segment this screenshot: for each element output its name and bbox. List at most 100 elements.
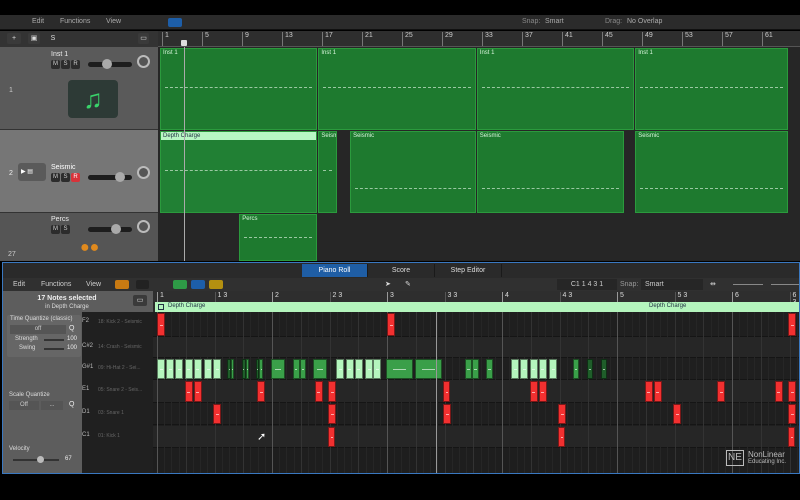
region[interactable]: Percs bbox=[239, 214, 318, 261]
midi-note[interactable] bbox=[644, 381, 653, 402]
catch-icon[interactable] bbox=[191, 280, 205, 289]
solo-button[interactable]: S bbox=[61, 173, 70, 182]
scale-type-select[interactable]: ... bbox=[41, 401, 63, 410]
instrument-icon[interactable]: ▶ ▤ bbox=[18, 163, 46, 181]
midi-note[interactable] bbox=[373, 359, 382, 379]
horizontal-zoom-slider[interactable] bbox=[771, 284, 799, 285]
midi-note[interactable] bbox=[529, 359, 538, 379]
midi-note[interactable] bbox=[538, 381, 547, 402]
tracks-area[interactable]: Inst 1 Inst 1 Inst 1 Inst 1 Depth Charge Seis… bbox=[158, 47, 800, 261]
track-header-2[interactable]: 2 ▶ ▤ Seismic MSR bbox=[0, 130, 158, 213]
view-menu[interactable]: View bbox=[106, 18, 121, 25]
midi-note[interactable] bbox=[520, 359, 529, 379]
solo-global-button[interactable]: S bbox=[48, 33, 58, 44]
midi-note[interactable] bbox=[387, 313, 396, 336]
snap-select[interactable]: Smart bbox=[545, 18, 564, 25]
midi-note[interactable] bbox=[345, 359, 354, 379]
fit-icon[interactable]: ⇹ bbox=[710, 280, 716, 288]
midi-note[interactable] bbox=[465, 359, 473, 379]
midi-note[interactable] bbox=[673, 404, 682, 424]
midi-note[interactable] bbox=[328, 404, 337, 424]
velocity-slider[interactable] bbox=[13, 456, 59, 463]
midi-note[interactable] bbox=[472, 359, 479, 379]
midi-note[interactable] bbox=[788, 381, 797, 402]
midi-note[interactable] bbox=[511, 359, 520, 379]
region[interactable]: Inst 1 bbox=[476, 48, 635, 130]
pointer-tool-icon[interactable]: ➤ bbox=[385, 280, 391, 288]
region[interactable]: Seismi bbox=[318, 131, 338, 213]
region[interactable]: Inst 1 bbox=[635, 48, 788, 130]
pan-knob[interactable] bbox=[137, 166, 150, 179]
scale-quantize-button[interactable]: Q bbox=[69, 401, 74, 408]
main-ruler[interactable]: 1 5 9 13 17 21 25 29 33 37 41 45 49 53 57 61 bbox=[158, 31, 800, 47]
editor-functions-menu[interactable]: Functions bbox=[41, 281, 71, 288]
piano-roll-ruler[interactable]: 1 1 3 2 2 3 3 3 3 4 4 3 5 5 3 6 6 3 bbox=[153, 291, 799, 306]
midi-note[interactable] bbox=[166, 359, 175, 379]
region[interactable]: Seismic bbox=[635, 131, 788, 213]
quantize-button[interactable]: Q bbox=[69, 325, 74, 332]
edit-menu[interactable]: Edit bbox=[32, 18, 44, 25]
playhead-marker[interactable] bbox=[181, 40, 187, 46]
mute-button[interactable]: M bbox=[51, 225, 60, 234]
global-tracks-button[interactable]: ▭ bbox=[138, 33, 149, 44]
midi-note[interactable] bbox=[774, 381, 783, 402]
region-inspector-button[interactable]: ▭ bbox=[133, 295, 147, 306]
midi-note[interactable] bbox=[157, 359, 166, 379]
midi-note[interactable] bbox=[573, 359, 580, 379]
midi-note[interactable] bbox=[365, 359, 374, 379]
pan-knob[interactable] bbox=[137, 55, 150, 68]
track-name[interactable]: Seismic bbox=[51, 164, 76, 171]
time-quantize-select[interactable]: off bbox=[10, 325, 66, 334]
midi-note[interactable] bbox=[558, 404, 567, 424]
pan-knob[interactable] bbox=[137, 220, 150, 233]
record-button[interactable]: R bbox=[71, 173, 80, 182]
midi-note[interactable] bbox=[175, 359, 184, 379]
midi-note[interactable] bbox=[788, 427, 796, 447]
drag-select[interactable]: No Overlap bbox=[627, 18, 662, 25]
midi-note[interactable] bbox=[336, 359, 345, 379]
midi-note[interactable] bbox=[385, 359, 414, 379]
solo-button[interactable]: S bbox=[61, 225, 70, 234]
pencil-tool-icon[interactable]: ✎ bbox=[405, 280, 411, 288]
region[interactable]: Seismic bbox=[350, 131, 476, 213]
track-name[interactable]: Inst 1 bbox=[51, 51, 68, 58]
track-header-27[interactable]: 27 Percs MS ●● bbox=[0, 213, 158, 261]
midi-note[interactable] bbox=[299, 359, 307, 379]
midi-note[interactable] bbox=[529, 381, 538, 402]
midi-note[interactable] bbox=[328, 381, 337, 402]
region[interactable]: Seismic bbox=[476, 131, 625, 213]
solo-button[interactable]: S bbox=[61, 60, 70, 69]
track-name[interactable]: Percs bbox=[51, 216, 69, 223]
midi-note[interactable] bbox=[230, 359, 235, 379]
midi-note[interactable] bbox=[485, 359, 493, 379]
midi-note[interactable] bbox=[270, 359, 285, 379]
record-button[interactable]: R bbox=[71, 60, 80, 69]
midi-note[interactable] bbox=[717, 381, 726, 402]
swing-slider[interactable] bbox=[44, 348, 64, 350]
region-strip[interactable]: Depth Charge Depth Charge bbox=[155, 302, 799, 312]
track-options-button[interactable]: ▣ bbox=[28, 33, 40, 44]
tab-score[interactable]: Score bbox=[368, 264, 435, 277]
midi-note[interactable] bbox=[213, 404, 222, 424]
midi-note[interactable] bbox=[213, 359, 222, 379]
collapse-icon[interactable] bbox=[115, 280, 129, 289]
add-track-button[interactable]: + bbox=[7, 33, 21, 44]
piano-roll-grid[interactable] bbox=[153, 312, 799, 473]
midi-note[interactable] bbox=[788, 404, 797, 424]
midi-note[interactable] bbox=[414, 359, 443, 379]
snap-select[interactable]: Smart bbox=[641, 279, 703, 290]
midi-note[interactable] bbox=[193, 381, 202, 402]
midi-note[interactable] bbox=[259, 359, 263, 379]
scale-quantize-select[interactable]: Off bbox=[9, 401, 39, 410]
vertical-zoom-slider[interactable] bbox=[733, 284, 763, 285]
volume-slider[interactable] bbox=[88, 59, 132, 69]
midi-note[interactable] bbox=[788, 313, 797, 336]
midi-note[interactable] bbox=[600, 359, 607, 379]
tab-piano-roll[interactable]: Piano Roll bbox=[302, 264, 368, 277]
volume-slider[interactable] bbox=[88, 172, 132, 182]
midi-note[interactable] bbox=[443, 381, 451, 402]
mute-button[interactable]: M bbox=[51, 173, 60, 182]
tab-step-editor[interactable]: Step Editor bbox=[435, 264, 502, 277]
midi-note[interactable] bbox=[587, 359, 593, 379]
track-header-1[interactable]: 1 Inst 1 MSR ♫ bbox=[0, 47, 158, 130]
